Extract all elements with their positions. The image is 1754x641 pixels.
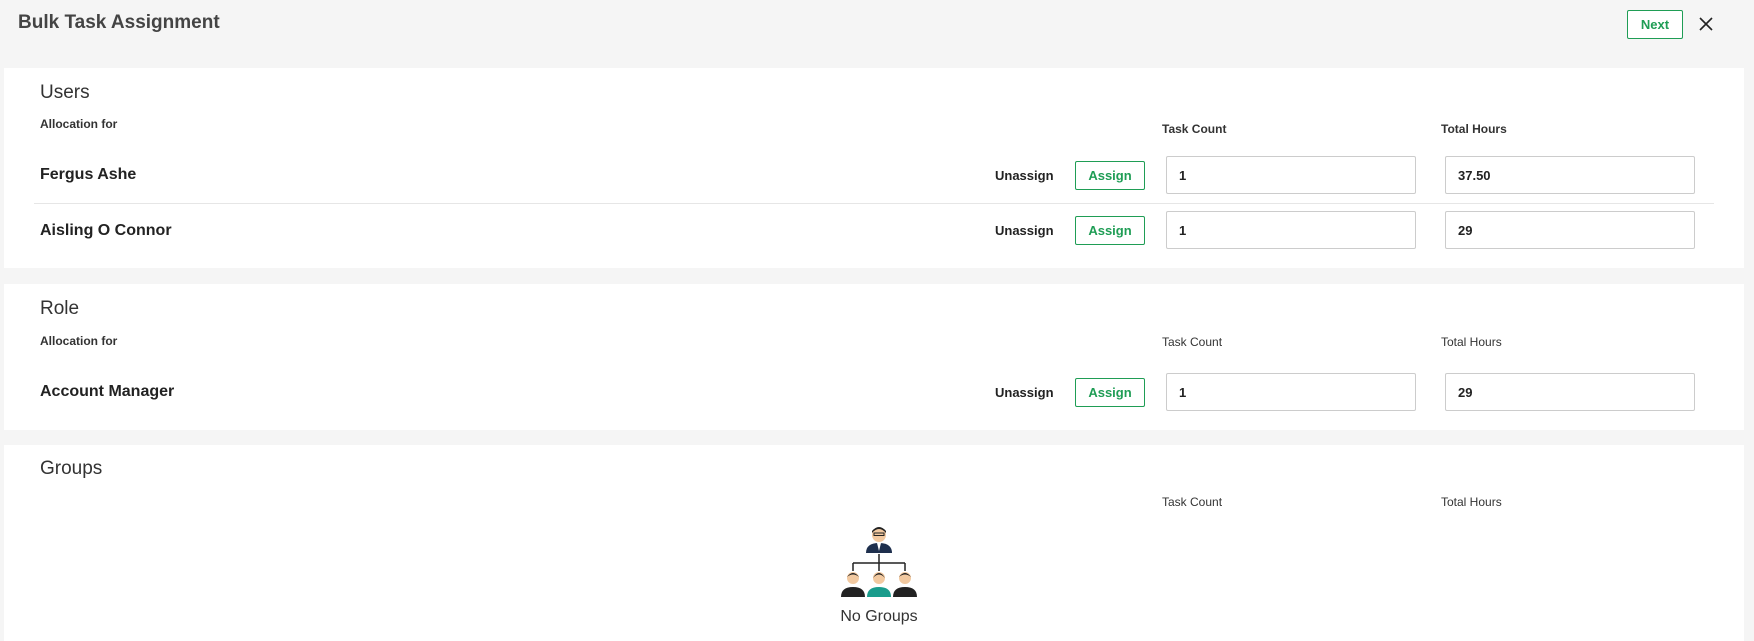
row-divider (34, 203, 1714, 204)
total-hours-input[interactable] (1445, 156, 1695, 194)
allocation-label: Allocation for (40, 117, 118, 131)
org-chart-icon (841, 527, 917, 597)
assign-button[interactable]: Assign (1075, 378, 1145, 407)
page-title: Bulk Task Assignment (18, 12, 220, 33)
total-hours-header: Total Hours (1441, 122, 1507, 136)
total-hours-header: Total Hours (1441, 495, 1502, 509)
modal-header: Bulk Task Assignment Next (0, 0, 1754, 50)
users-section: Users Allocation for Task Count Total Ho… (4, 68, 1744, 268)
total-hours-header: Total Hours (1441, 335, 1502, 349)
unassign-button[interactable]: Unassign (995, 223, 1054, 238)
role-name: Account Manager (40, 383, 175, 400)
section-title-role: Role (40, 298, 80, 319)
assign-button[interactable]: Assign (1075, 216, 1145, 245)
user-name: Aisling O Connor (40, 222, 172, 239)
assign-button[interactable]: Assign (1075, 161, 1145, 190)
empty-state-label: No Groups (840, 608, 918, 625)
task-count-header: Task Count (1162, 335, 1223, 349)
role-section: Role Allocation for Task Count Total Hou… (4, 284, 1744, 430)
allocation-label: Allocation for (40, 334, 118, 348)
close-icon (1699, 17, 1713, 31)
section-title-groups: Groups (40, 458, 103, 479)
task-count-header: Task Count (1162, 122, 1227, 136)
task-count-input[interactable] (1166, 211, 1416, 249)
next-button[interactable]: Next (1627, 10, 1683, 39)
groups-section: Groups Task Count Total Hours No Groups (4, 445, 1744, 641)
task-count-input[interactable] (1166, 156, 1416, 194)
unassign-button[interactable]: Unassign (995, 385, 1054, 400)
close-button[interactable] (1694, 12, 1718, 36)
empty-state: No Groups (829, 525, 929, 626)
user-name: Fergus Ashe (40, 166, 137, 183)
section-title-users: Users (40, 82, 90, 103)
unassign-button[interactable]: Unassign (995, 168, 1054, 183)
total-hours-input[interactable] (1445, 373, 1695, 411)
task-count-input[interactable] (1166, 373, 1416, 411)
total-hours-input[interactable] (1445, 211, 1695, 249)
task-count-header: Task Count (1162, 495, 1223, 509)
